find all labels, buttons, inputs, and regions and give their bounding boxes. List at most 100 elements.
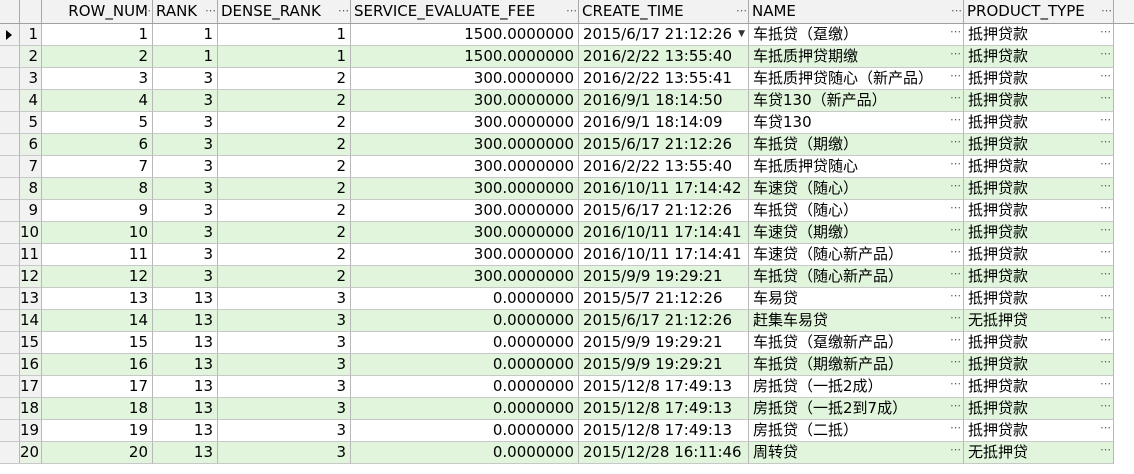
table-row[interactable]: 3 3 3 2 300.0000000 2016/2/22 13:55:41 车抵质押贷随心… xyxy=(0,68,1134,90)
ellipsis-button-icon[interactable]: ⋯ xyxy=(1100,178,1111,196)
cell-name[interactable]: 房抵贷（二抵） ⋯ xyxy=(749,420,964,442)
cell-dense-rank[interactable]: 2 xyxy=(218,222,351,244)
cell-service-evaluate-fee[interactable]: 300.0000000 xyxy=(351,244,579,266)
cell-rank[interactable]: 13 xyxy=(153,398,218,420)
column-menu-icon[interactable]: ⋯ xyxy=(338,0,349,22)
cell-name[interactable]: 车抵贷（期缴） ⋯ xyxy=(749,134,964,156)
cell-create-time[interactable]: 2016/2/22 13:55:40 xyxy=(579,156,749,178)
table-row[interactable]: 8 8 3 2 300.0000000 2016/10/11 17:14:42 车速贷（随心… xyxy=(0,178,1134,200)
row-number[interactable]: 16 xyxy=(20,354,42,376)
table-row[interactable]: 16 16 13 3 0.0000000 2015/9/9 19:29:21 车抵贷（期缴新… xyxy=(0,354,1134,376)
row-number[interactable]: 1 xyxy=(20,24,42,46)
cell-product-type[interactable]: 抵押贷款 ⋯ xyxy=(964,398,1114,420)
ellipsis-button-icon[interactable]: ⋯ xyxy=(1100,354,1111,372)
cell-rank[interactable]: 3 xyxy=(153,68,218,90)
cell-product-type[interactable]: 抵押贷款 ⋯ xyxy=(964,24,1114,46)
row-indicator[interactable] xyxy=(0,46,20,68)
row-indicator[interactable] xyxy=(0,134,20,156)
cell-name[interactable]: 车抵贷（随心） ⋯ xyxy=(749,200,964,222)
column-menu-icon[interactable]: ⋯ xyxy=(566,0,577,22)
table-row[interactable]: 7 7 3 2 300.0000000 2016/2/22 13:55:40 车抵质押贷随心… xyxy=(0,156,1134,178)
cell-rank[interactable]: 13 xyxy=(153,332,218,354)
ellipsis-button-icon[interactable]: ⋯ xyxy=(950,398,961,416)
row-indicator[interactable] xyxy=(0,288,20,310)
ellipsis-button-icon[interactable]: ⋯ xyxy=(1100,200,1111,218)
cell-rank[interactable]: 13 xyxy=(153,420,218,442)
cell-product-type[interactable]: 抵押贷款 ⋯ xyxy=(964,244,1114,266)
ellipsis-button-icon[interactable]: ⋯ xyxy=(950,178,961,196)
row-indicator[interactable] xyxy=(0,266,20,288)
ellipsis-button-icon[interactable]: ⋯ xyxy=(1100,244,1111,262)
cell-create-time[interactable]: 2015/6/17 21:12:26 ▼ xyxy=(579,24,749,46)
cell-name[interactable]: 车易贷 ⋯ xyxy=(749,288,964,310)
cell-create-time[interactable]: 2015/12/8 17:49:13 xyxy=(579,376,749,398)
cell-dense-rank[interactable]: 2 xyxy=(218,244,351,266)
column-header-product-type[interactable]: PRODUCT_TYPE ⋯ xyxy=(964,0,1114,23)
cell-service-evaluate-fee[interactable]: 300.0000000 xyxy=(351,156,579,178)
cell-dense-rank[interactable]: 3 xyxy=(218,310,351,332)
cell-create-time[interactable]: 2015/6/17 21:12:26 xyxy=(579,134,749,156)
row-number[interactable]: 17 xyxy=(20,376,42,398)
row-number[interactable]: 5 xyxy=(20,112,42,134)
cell-create-time[interactable]: 2016/10/11 17:14:41 xyxy=(579,244,749,266)
cell-product-type[interactable]: 抵押贷款 ⋯ xyxy=(964,90,1114,112)
cell-name[interactable]: 车抵贷（期缴新产品） ⋯ xyxy=(749,354,964,376)
cell-product-type[interactable]: 抵押贷款 ⋯ xyxy=(964,134,1114,156)
column-header-name[interactable]: NAME ⋯ xyxy=(749,0,964,23)
cell-rank[interactable]: 1 xyxy=(153,46,218,68)
ellipsis-button-icon[interactable]: ⋯ xyxy=(950,332,961,350)
cell-product-type[interactable]: 无抵押贷 ⋯ xyxy=(964,310,1114,332)
cell-product-type[interactable]: 抵押贷款 ⋯ xyxy=(964,46,1114,68)
cell-product-type[interactable]: 抵押贷款 ⋯ xyxy=(964,420,1114,442)
row-number[interactable]: 10 xyxy=(20,222,42,244)
cell-name[interactable]: 车速贷（随心） ⋯ xyxy=(749,178,964,200)
column-menu-icon[interactable]: ⋯ xyxy=(140,0,151,22)
ellipsis-button-icon[interactable]: ⋯ xyxy=(1100,398,1111,416)
ellipsis-button-icon[interactable]: ⋯ xyxy=(950,266,961,284)
cell-rank[interactable]: 3 xyxy=(153,134,218,156)
cell-name[interactable]: 车速贷（随心新产品） ⋯ xyxy=(749,244,964,266)
cell-product-type[interactable]: 抵押贷款 ⋯ xyxy=(964,354,1114,376)
table-row[interactable]: 9 9 3 2 300.0000000 2015/6/17 21:12:26 车抵贷（随心）… xyxy=(0,200,1134,222)
column-menu-icon[interactable]: ⋯ xyxy=(951,0,962,22)
ellipsis-button-icon[interactable]: ⋯ xyxy=(1100,376,1111,394)
cell-row-num[interactable]: 17 xyxy=(42,376,153,398)
table-row[interactable]: 4 4 3 2 300.0000000 2016/9/1 18:14:50 车贷130（新产… xyxy=(0,90,1134,112)
cell-service-evaluate-fee[interactable]: 0.0000000 xyxy=(351,376,579,398)
cell-row-num[interactable]: 11 xyxy=(42,244,153,266)
row-indicator[interactable] xyxy=(0,90,20,112)
ellipsis-button-icon[interactable]: ⋯ xyxy=(950,200,961,218)
table-row[interactable]: 12 12 3 2 300.0000000 2015/9/9 19:29:21 车抵贷（随心… xyxy=(0,266,1134,288)
cell-service-evaluate-fee[interactable]: 0.0000000 xyxy=(351,332,579,354)
cell-service-evaluate-fee[interactable]: 0.0000000 xyxy=(351,442,579,464)
cell-dense-rank[interactable]: 1 xyxy=(218,46,351,68)
cell-create-time[interactable]: 2015/9/9 19:29:21 xyxy=(579,332,749,354)
row-indicator[interactable] xyxy=(0,398,20,420)
row-indicator[interactable] xyxy=(0,68,20,90)
row-indicator[interactable] xyxy=(0,112,20,134)
cell-row-num[interactable]: 7 xyxy=(42,156,153,178)
ellipsis-button-icon[interactable]: ⋯ xyxy=(1100,288,1111,306)
row-indicator[interactable] xyxy=(0,156,20,178)
ellipsis-button-icon[interactable]: ⋯ xyxy=(1100,90,1111,108)
ellipsis-button-icon[interactable]: ⋯ xyxy=(1100,112,1111,130)
cell-service-evaluate-fee[interactable]: 0.0000000 xyxy=(351,398,579,420)
cell-product-type[interactable]: 抵押贷款 ⋯ xyxy=(964,112,1114,134)
cell-create-time[interactable]: 2015/5/7 21:12:26 xyxy=(579,288,749,310)
ellipsis-button-icon[interactable]: ⋯ xyxy=(950,244,961,262)
ellipsis-button-icon[interactable]: ⋯ xyxy=(950,420,961,438)
cell-dense-rank[interactable]: 3 xyxy=(218,442,351,464)
cell-row-num[interactable]: 6 xyxy=(42,134,153,156)
cell-create-time[interactable]: 2015/12/8 17:49:13 xyxy=(579,420,749,442)
cell-product-type[interactable]: 抵押贷款 ⋯ xyxy=(964,68,1114,90)
cell-service-evaluate-fee[interactable]: 0.0000000 xyxy=(351,420,579,442)
row-indicator[interactable] xyxy=(0,178,20,200)
row-indicator[interactable] xyxy=(0,222,20,244)
column-header-row-num[interactable]: ROW_NUM ⋯ xyxy=(42,0,153,23)
row-number[interactable]: 2 xyxy=(20,46,42,68)
ellipsis-button-icon[interactable]: ⋯ xyxy=(1100,442,1111,460)
row-indicator[interactable] xyxy=(0,442,20,464)
cell-name[interactable]: 车速贷（期缴） ⋯ xyxy=(749,222,964,244)
ellipsis-button-icon[interactable]: ⋯ xyxy=(950,46,961,64)
cell-dense-rank[interactable]: 2 xyxy=(218,266,351,288)
